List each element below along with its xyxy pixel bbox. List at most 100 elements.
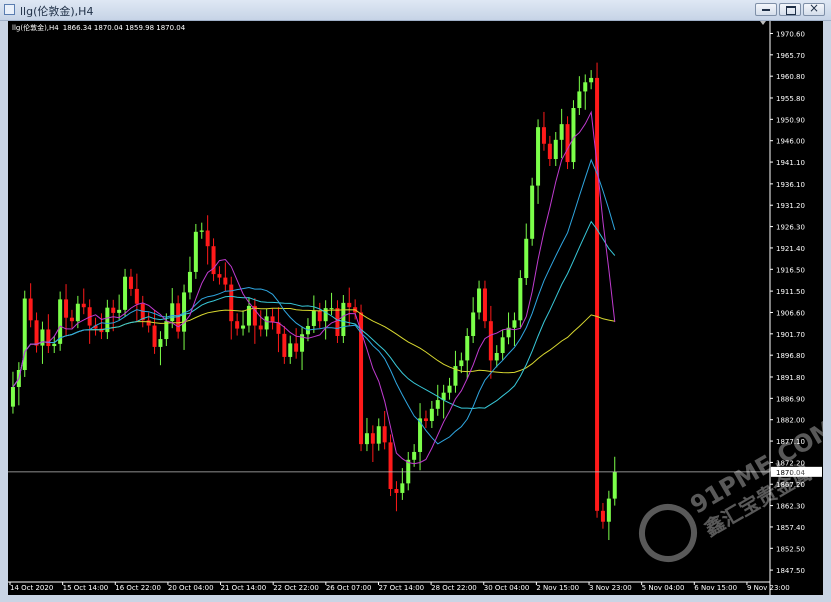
candle-body: [541, 127, 546, 144]
candle-body: [46, 329, 51, 347]
price-tick-label: 1882.00: [776, 417, 805, 425]
candle-body: [317, 310, 322, 322]
ohlc-readout: 1866.34 1870.04 1859.98 1870.04: [62, 24, 186, 32]
price-tick-label: 1891.80: [776, 374, 805, 382]
window-titlebar[interactable]: llg(伦敦金),H4: [0, 0, 831, 21]
chart-shift-marker[interactable]: [760, 21, 766, 25]
candle-body: [423, 418, 428, 422]
candle-body: [376, 426, 381, 444]
price-tick-label: 1931.20: [776, 202, 805, 210]
maximize-button[interactable]: [779, 3, 801, 16]
candle-body: [553, 139, 558, 160]
time-tick-label: 22 Oct 22:00: [273, 584, 319, 592]
candle-body: [28, 298, 33, 321]
candle-body: [217, 274, 222, 278]
candle-body: [10, 387, 15, 407]
candle-body: [176, 303, 181, 332]
price-tick-label: 1916.50: [776, 266, 805, 274]
close-button[interactable]: [803, 1, 825, 16]
candle-body: [134, 288, 139, 304]
candle-body: [282, 333, 287, 357]
candle-body: [258, 325, 263, 330]
price-tick-label: 1960.80: [776, 73, 805, 81]
chart-canvas[interactable]: 1970.60 1965.70 1960.80 1955.80 1950.90 1946.…: [8, 21, 831, 595]
candle-body: [40, 329, 45, 346]
chart-symbol-header: llg(伦敦金),H4 1866.34 1870.04 1859.98 1870.…: [12, 23, 185, 33]
candle-body: [518, 278, 523, 321]
price-chart[interactable]: 1970.60 1965.70 1960.80 1955.80 1950.90 1946.…: [8, 21, 831, 595]
price-tick-label: 1896.80: [776, 352, 805, 360]
candle-body: [235, 321, 240, 329]
chart-window-icon: [4, 4, 15, 15]
candle-body: [364, 433, 369, 445]
price-tick-label: 1862.30: [776, 503, 805, 511]
price-tick-label: 1926.30: [776, 224, 805, 232]
candle-body: [595, 77, 600, 511]
candle-body: [347, 302, 352, 308]
candle-body: [329, 308, 334, 310]
price-tick-label: 1901.70: [776, 331, 805, 339]
candle-body: [187, 271, 192, 293]
candle-body: [471, 312, 476, 337]
candle-body: [288, 343, 293, 357]
time-tick-label: 16 Oct 22:00: [115, 584, 161, 592]
candle-body: [606, 498, 611, 522]
time-tick-label: 2 Nov 15:00: [536, 584, 579, 592]
candle-body: [547, 143, 552, 160]
time-tick-label: 6 Nov 15:00: [694, 584, 737, 592]
candle-body: [536, 127, 541, 186]
window-title: llg(伦敦金),H4: [20, 5, 94, 18]
candle-body: [512, 320, 517, 328]
time-tick-label: 27 Oct 14:00: [378, 584, 424, 592]
candle-body: [205, 230, 210, 247]
price-tick-label: 1946.00: [776, 138, 805, 146]
candle-body: [447, 385, 452, 393]
candle-body: [494, 353, 499, 361]
candle-body: [81, 303, 86, 308]
candle-body: [400, 483, 405, 493]
candle-body: [530, 185, 535, 239]
candle-body: [435, 400, 440, 409]
time-tick-label: 20 Oct 04:00: [168, 584, 214, 592]
candle-body: [335, 308, 340, 337]
candle-body: [117, 309, 122, 313]
time-tick-label: 3 Nov 23:00: [589, 584, 632, 592]
candle-body: [388, 442, 393, 490]
candle-body: [382, 426, 387, 443]
price-tick-label: 1921.40: [776, 245, 805, 253]
candle-body: [128, 276, 133, 289]
time-tick-label: 28 Oct 22:00: [431, 584, 477, 592]
candle-body: [524, 238, 529, 279]
price-tick-label: 1857.40: [776, 524, 805, 532]
candle-body: [199, 230, 204, 232]
candle-body: [482, 288, 487, 322]
time-tick-label: 9 Nov 23:00: [747, 584, 790, 592]
candle-body: [164, 321, 169, 340]
price-tick-label: 1886.90: [776, 395, 805, 403]
candle-body: [429, 408, 434, 422]
time-tick-label: 26 Oct 07:00: [326, 584, 372, 592]
candle-body: [123, 276, 128, 310]
candle-body: [394, 489, 399, 493]
symbol-label: llg(伦敦金),H4: [12, 24, 59, 32]
time-tick-label: 5 Nov 04:00: [642, 584, 685, 592]
price-tick-label: 1936.10: [776, 181, 805, 189]
candle-body: [241, 325, 246, 329]
candle-body: [294, 343, 299, 352]
candle-body: [341, 302, 346, 337]
price-tick-label: 1906.60: [776, 309, 805, 317]
candle-body: [146, 320, 151, 326]
time-tick-label: 21 Oct 14:00: [221, 584, 267, 592]
candle-body: [229, 284, 234, 322]
candle-body: [559, 124, 564, 140]
minimize-button[interactable]: [755, 3, 777, 16]
price-tick-label: 1941.10: [776, 159, 805, 167]
price-tick-label: 1950.90: [776, 116, 805, 124]
minimize-icon: [762, 9, 770, 11]
moving-average-fast: [12, 110, 616, 465]
close-icon: [809, 1, 819, 15]
candle-body: [477, 288, 482, 313]
time-tick-label: 15 Oct 14:00: [63, 584, 109, 592]
candle-body: [52, 343, 57, 347]
candle-body: [412, 451, 417, 460]
